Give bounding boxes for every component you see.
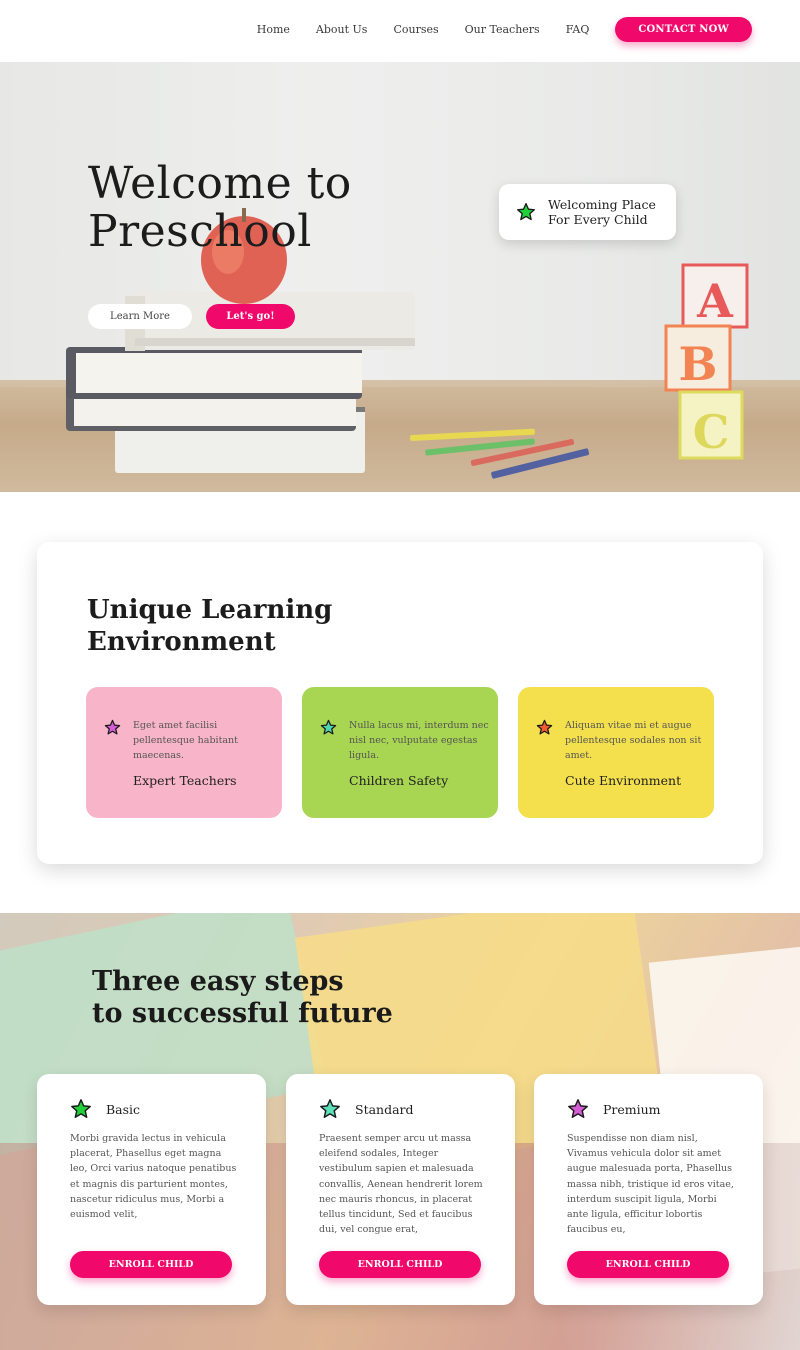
- plan-description: Morbi gravida lectus in vehicula placera…: [70, 1133, 237, 1221]
- learning-title: Unique Learning Environment: [87, 594, 332, 658]
- steps-title-line1: Three easy steps: [92, 966, 344, 997]
- plan-description: Suspendisse non diam nisl, Vivamus vehic…: [567, 1133, 734, 1236]
- plan-card-premium: Premium Suspendisse non diam nisl, Vivam…: [534, 1074, 763, 1305]
- plan-card-basic: Basic Morbi gravida lectus in vehicula p…: [37, 1074, 266, 1305]
- top-navigation: Home About Us Courses Our Teachers FAQ C…: [0, 0, 800, 62]
- hero-overlay: [0, 62, 800, 492]
- hero-title-line1: Welcome to: [88, 158, 352, 209]
- hero-buttons: Learn More Let's go!: [88, 304, 295, 329]
- welcoming-badge: Welcoming Place For Every Child: [499, 184, 676, 240]
- hero-section: A B C Welcome to Preschool Learn More Le…: [0, 62, 800, 492]
- badge-line2: For Every Child: [548, 212, 648, 227]
- star-icon: [71, 1099, 91, 1118]
- feature-title: Cute Environment: [565, 773, 682, 788]
- feature-card-children-safety: Nulla lacus mi, interdum nec nisl nec, v…: [302, 687, 498, 818]
- learning-title-line1: Unique Learning: [87, 595, 333, 625]
- learning-title-line2: Environment: [87, 627, 276, 657]
- feature-card-expert-teachers: Eget amet facilisi pellentesque habitant…: [86, 687, 282, 818]
- feature-text: Aliquam vitae mi et augue pellentesque s…: [565, 720, 702, 761]
- learn-more-button[interactable]: Learn More: [88, 304, 192, 329]
- feature-text: Nulla lacus mi, interdum nec nisl nec, v…: [349, 720, 489, 761]
- nav-link-courses[interactable]: Courses: [393, 23, 438, 36]
- plan-description: Praesent semper arcu ut massa eleifend s…: [319, 1133, 483, 1236]
- feature-card-cute-environment: Aliquam vitae mi et augue pellentesque s…: [518, 687, 714, 818]
- nav-link-about-us[interactable]: About Us: [316, 23, 368, 36]
- enroll-child-button[interactable]: ENROLL CHILD: [319, 1251, 481, 1278]
- steps-section: Three easy steps to successful future Ba…: [0, 913, 800, 1350]
- nav-link-home[interactable]: Home: [257, 23, 290, 36]
- steps-title: Three easy steps to successful future: [92, 966, 393, 1030]
- badge-line1: Welcoming Place: [548, 197, 656, 212]
- star-icon: [517, 203, 535, 221]
- star-icon: [536, 719, 553, 735]
- nav-links: Home About Us Courses Our Teachers FAQ C…: [257, 17, 752, 42]
- hero-title: Welcome to Preschool: [88, 160, 352, 256]
- plan-name: Premium: [603, 1102, 661, 1117]
- feature-title: Expert Teachers: [133, 773, 237, 788]
- nav-link-our-teachers[interactable]: Our Teachers: [465, 23, 540, 36]
- feature-title: Children Safety: [349, 773, 449, 788]
- star-icon: [568, 1099, 588, 1118]
- learning-environment-card: Unique Learning Environment Eget amet fa…: [37, 542, 763, 864]
- feature-text: Eget amet facilisi pellentesque habitant…: [133, 720, 238, 761]
- enroll-child-button[interactable]: ENROLL CHILD: [70, 1251, 232, 1278]
- nav-link-faq[interactable]: FAQ: [566, 23, 590, 36]
- enroll-child-button[interactable]: ENROLL CHILD: [567, 1251, 729, 1278]
- star-icon: [320, 719, 337, 735]
- contact-now-button[interactable]: CONTACT NOW: [615, 17, 752, 42]
- plan-name: Standard: [355, 1102, 414, 1117]
- star-icon: [320, 1099, 340, 1118]
- hero-title-line2: Preschool: [88, 206, 312, 257]
- steps-title-line2: to successful future: [92, 998, 393, 1029]
- plan-card-standard: Standard Praesent semper arcu ut massa e…: [286, 1074, 515, 1305]
- star-icon: [104, 719, 121, 735]
- badge-text: Welcoming Place For Every Child: [548, 197, 656, 227]
- lets-go-button[interactable]: Let's go!: [206, 304, 295, 329]
- plan-name: Basic: [106, 1102, 141, 1117]
